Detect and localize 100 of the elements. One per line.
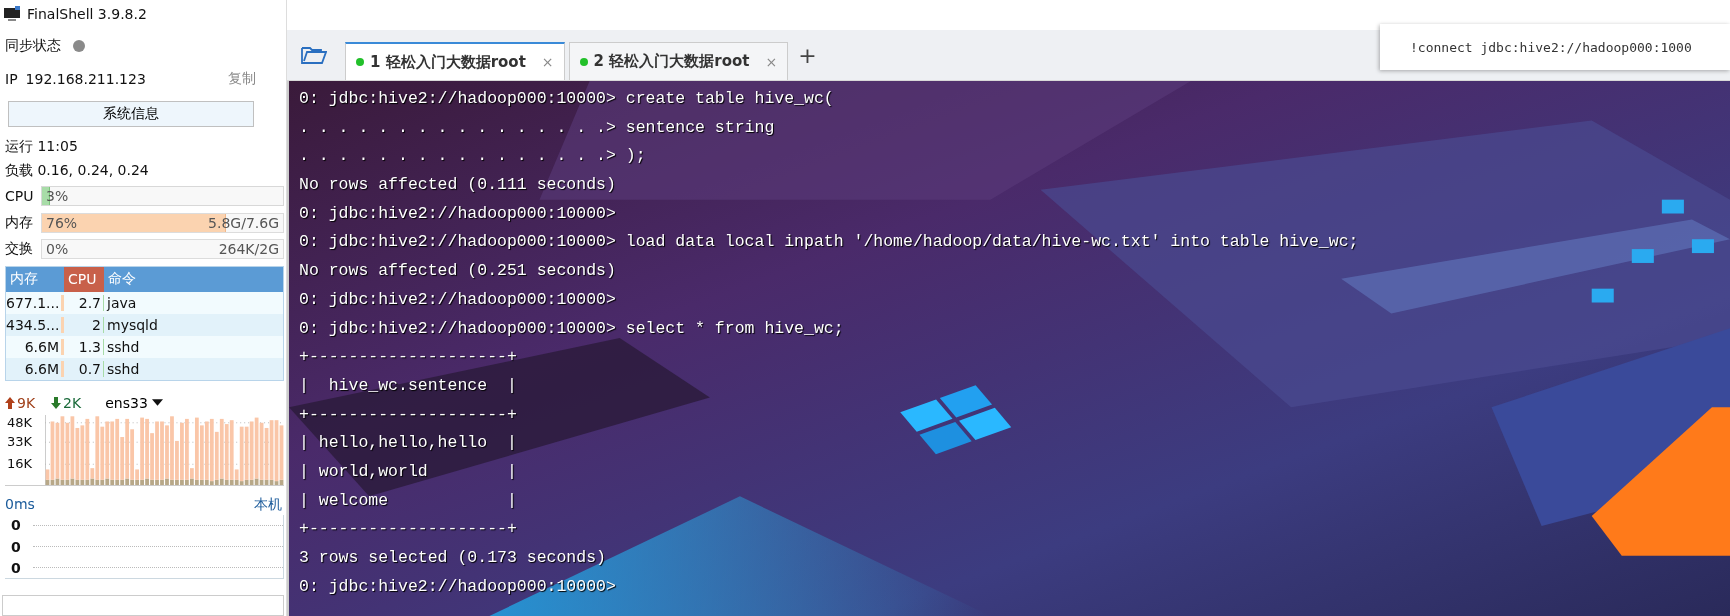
bar — [85, 418, 90, 480]
terminal-line: | hello,hello,hello | — [299, 432, 517, 455]
caret-icon — [151, 399, 163, 407]
bar — [249, 421, 254, 480]
meter-detail: 264K/2G — [218, 240, 279, 257]
meter-label: 内存 — [5, 213, 34, 232]
bar — [180, 479, 184, 486]
bar — [219, 418, 224, 479]
folder-icon[interactable] — [301, 45, 327, 65]
terminal-line: | welcome | — [299, 489, 517, 512]
upload-speed: 9K — [17, 394, 36, 411]
bar — [175, 479, 179, 486]
terminal-line: . . . . . . . . . . . . . . . .> sentence string — [299, 116, 775, 139]
bar — [145, 478, 149, 486]
ip-address: 192.168.211.123 — [25, 71, 147, 88]
latency-reading: 0ms — [5, 496, 35, 515]
terminal-line: No rows affected (0.251 seconds) — [299, 260, 616, 283]
up-arrow-icon — [5, 396, 15, 409]
bar — [140, 479, 144, 486]
bar — [105, 421, 110, 479]
terminal-line: | world,world | — [299, 460, 517, 483]
bar — [125, 418, 130, 479]
table-cell: 6.6M — [6, 360, 64, 377]
bar — [194, 479, 199, 486]
add-tab-button[interactable]: + — [798, 42, 817, 68]
terminal-line: +--------------------+ — [299, 403, 517, 426]
table-cell-text: sshd — [106, 360, 141, 377]
bar — [209, 418, 214, 482]
bar — [155, 421, 159, 480]
table-cell-text: java — [105, 294, 138, 311]
bar — [170, 479, 174, 486]
bar — [224, 424, 229, 480]
bar — [254, 478, 259, 486]
bar — [90, 478, 95, 486]
meter-label: CPU — [5, 188, 35, 205]
column-header[interactable]: 命令 — [104, 266, 283, 292]
meter-label: 交换 — [5, 239, 34, 258]
axis-tick-label: 0 — [11, 559, 21, 576]
bar — [85, 479, 90, 486]
bar — [75, 479, 80, 486]
terminal-line: +--------------------+ — [299, 518, 517, 541]
bar — [244, 426, 249, 480]
bar — [185, 418, 189, 480]
system-info-button[interactable]: 系统信息 — [8, 101, 254, 127]
ip-label: IP — [5, 71, 18, 88]
bar — [80, 479, 85, 486]
connected-dot-icon — [579, 57, 588, 66]
terminal-line: 0: jdbc:hive2://hadoop000:10000> — [299, 202, 616, 225]
bar — [194, 417, 199, 480]
bar — [75, 428, 80, 480]
table-cell: 1.3 — [64, 338, 104, 355]
bar — [199, 425, 204, 480]
table-cell: 2.7 — [64, 294, 104, 311]
table-cell: 0.7 — [64, 360, 104, 377]
terminal-line: 0: jdbc:hive2://hadoop000:10000> load data local inpath '/home/hadoop/data/hive-wc.txt' into table hive_wc; — [299, 231, 1359, 254]
bar — [155, 479, 159, 486]
session-tab[interactable]: 2 轻松入门大数据root × — [568, 42, 789, 80]
close-tab-button[interactable]: × — [541, 54, 554, 70]
bar — [254, 417, 259, 479]
table-cell: 6.6M — [6, 338, 64, 355]
bar — [234, 469, 239, 480]
bar — [219, 478, 224, 486]
bar — [209, 481, 214, 486]
meter-percent: 76% — [46, 214, 78, 231]
terminal-line: +--------------------+ — [299, 346, 517, 369]
bar — [115, 479, 120, 486]
bar — [150, 479, 154, 486]
bar — [214, 431, 219, 480]
bar — [100, 426, 105, 480]
session-tab[interactable]: 1 轻松入门大数据root × — [345, 42, 565, 80]
interface-dropdown[interactable]: ens33 — [105, 394, 163, 411]
copy-link[interactable]: 复制 — [228, 70, 256, 89]
bar — [110, 479, 115, 486]
download-speed: 2K — [63, 394, 82, 411]
bar — [145, 418, 149, 479]
bar — [160, 479, 164, 486]
bar — [229, 420, 234, 480]
column-header[interactable]: CPU — [64, 266, 104, 292]
close-tab-button[interactable]: × — [765, 53, 778, 70]
bar — [185, 479, 189, 486]
column-header[interactable]: 内存 — [6, 266, 64, 292]
bar — [189, 468, 194, 479]
bar — [70, 478, 75, 486]
terminal-line: . . . . . . . . . . . . . . . .> ); — [299, 145, 646, 168]
status-dot-icon — [73, 39, 85, 52]
bar — [105, 478, 110, 486]
bar — [95, 479, 100, 486]
terminal-line: 0: jdbc:hive2://hadoop000:10000> select * from hive_wc; — [299, 317, 844, 340]
bar — [175, 441, 179, 480]
bar — [214, 479, 219, 486]
bar — [95, 416, 100, 480]
bar — [70, 416, 75, 479]
bar — [125, 478, 130, 486]
terminal-line: | hive_wc.sentence | — [299, 374, 517, 397]
bar — [80, 425, 85, 480]
bar — [239, 426, 244, 482]
bar — [130, 429, 135, 480]
bar — [180, 422, 184, 480]
terminal-line: No rows affected (0.111 seconds) — [299, 174, 616, 197]
axis-tick-label: 0 — [11, 517, 21, 534]
